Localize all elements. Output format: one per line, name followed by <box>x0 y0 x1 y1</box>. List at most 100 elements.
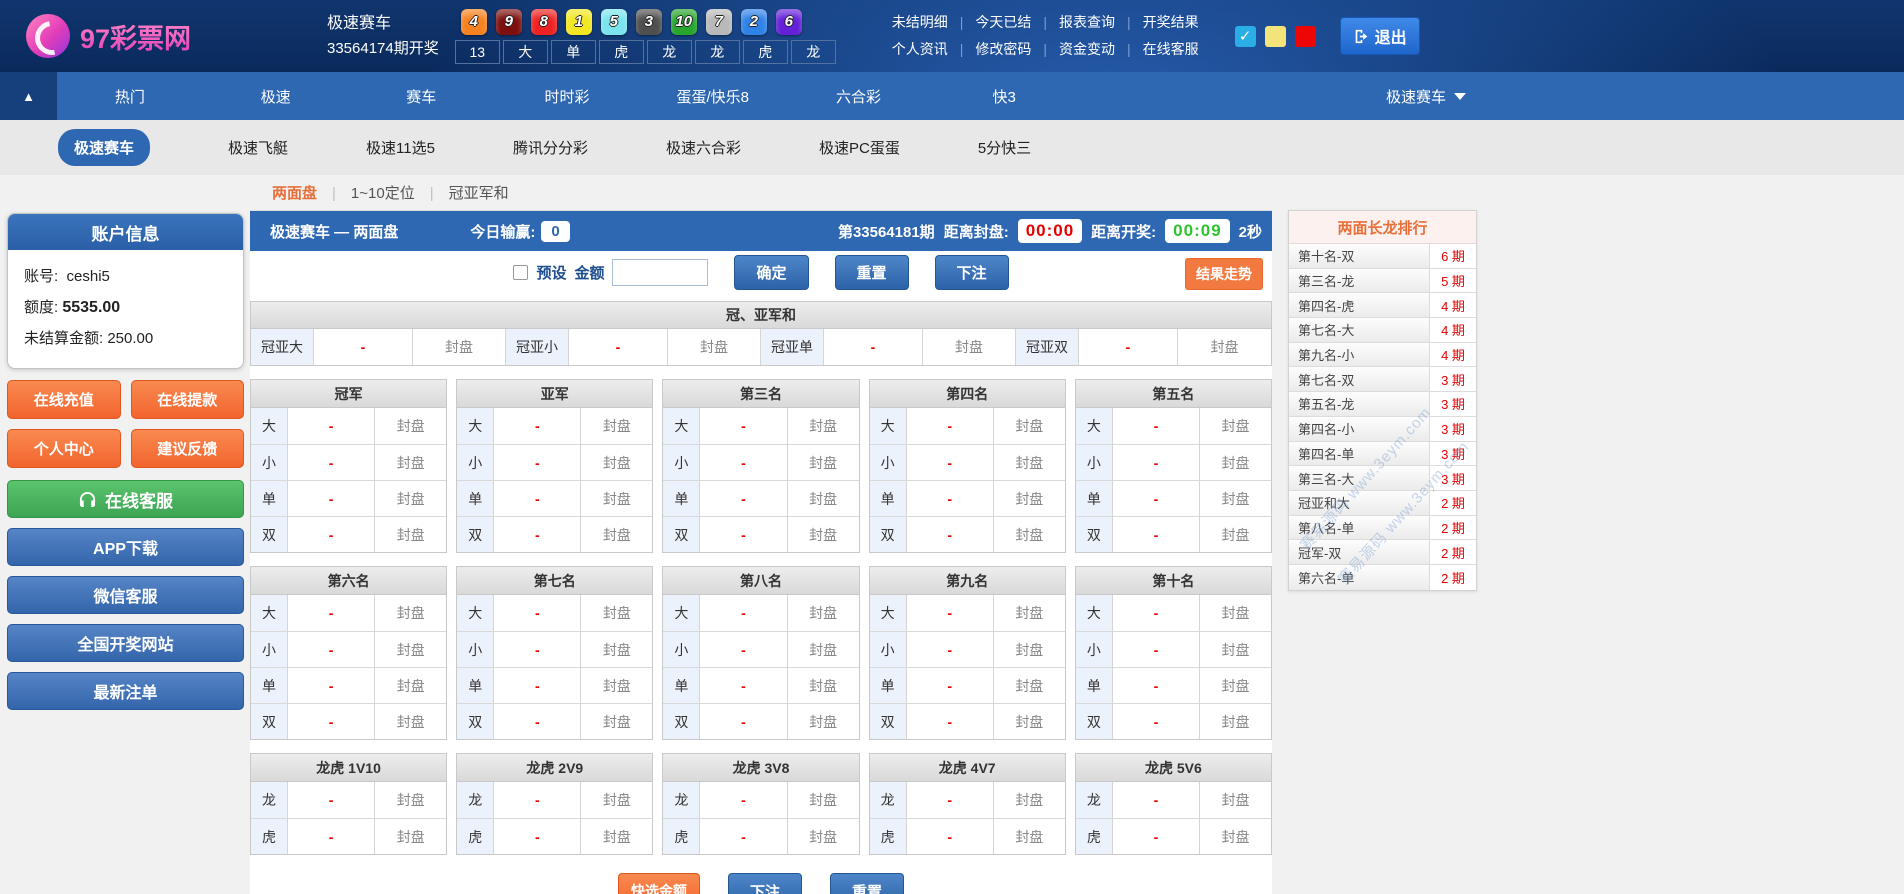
bet-odds-cell[interactable]: - <box>494 595 582 631</box>
bet-odds-cell[interactable]: - <box>907 445 994 480</box>
bet-odds-cell[interactable]: - <box>494 517 582 552</box>
subnav-item[interactable]: 极速11选5 <box>366 137 435 158</box>
bet-button[interactable]: 下注 <box>934 254 1009 290</box>
ranking-row[interactable]: 第九名-小 4 期 <box>1289 342 1476 368</box>
bet-odds-cell[interactable]: - <box>700 632 788 667</box>
bet-odds-cell[interactable]: - <box>907 704 994 739</box>
breadcrumb-item[interactable]: 两面盘 <box>272 182 317 203</box>
nav-item[interactable]: 六合彩 <box>786 86 932 107</box>
bet-odds-cell[interactable]: - <box>1113 668 1201 703</box>
bet-button-bottom[interactable]: 下注 <box>727 873 802 894</box>
bet-odds-cell[interactable]: - <box>907 819 994 854</box>
ranking-row[interactable]: 第四名-单 3 期 <box>1289 441 1476 467</box>
bet-odds-cell[interactable]: - <box>907 408 994 444</box>
bet-odds-cell[interactable]: - <box>494 481 582 516</box>
bet-odds-cell[interactable]: - <box>1113 481 1201 516</box>
bet-odds-cell[interactable]: - <box>494 408 582 444</box>
ranking-row[interactable]: 冠亚和大 2 期 <box>1289 490 1476 516</box>
bet-odds-cell[interactable]: - <box>1113 632 1201 667</box>
amount-input[interactable] <box>612 258 709 286</box>
ranking-row[interactable]: 第五名-龙 3 期 <box>1289 392 1476 417</box>
bet-odds-cell[interactable]: - <box>494 819 582 854</box>
bet-odds-cell[interactable]: - <box>1113 517 1201 552</box>
bet-odds-cell[interactable]: - <box>1079 329 1178 365</box>
top-link[interactable]: 报表查询 <box>1031 9 1115 36</box>
result-trend-button[interactable]: 结果走势 <box>1185 258 1263 290</box>
bet-odds-cell[interactable]: - <box>700 819 788 854</box>
bet-odds-cell[interactable]: - <box>700 517 788 552</box>
bet-odds-cell[interactable]: - <box>1113 704 1201 739</box>
subnav-item[interactable]: 极速六合彩 <box>666 137 741 158</box>
reset-button[interactable]: 重置 <box>834 254 909 290</box>
bet-odds-cell[interactable]: - <box>288 445 376 480</box>
subnav-item[interactable]: 极速PC蛋蛋 <box>819 137 900 158</box>
nav-current-game-dropdown[interactable]: 极速赛车 <box>1386 86 1466 107</box>
bet-odds-cell[interactable]: - <box>907 782 994 818</box>
nav-item[interactable]: 极速 <box>203 86 349 107</box>
bet-odds-cell[interactable]: - <box>288 408 376 444</box>
top-link[interactable]: 修改密码 <box>948 36 1031 63</box>
nav-item[interactable]: 赛车 <box>348 86 494 107</box>
preset-checkbox[interactable] <box>513 264 529 280</box>
bet-odds-cell[interactable]: - <box>907 595 994 631</box>
bet-odds-cell[interactable]: - <box>288 595 376 631</box>
bet-odds-cell[interactable]: - <box>288 632 376 667</box>
bet-odds-cell[interactable]: - <box>569 329 668 365</box>
bet-odds-cell[interactable]: - <box>494 632 582 667</box>
breadcrumb-item[interactable]: 1~10定位 <box>317 182 415 203</box>
top-link[interactable]: 资金变动 <box>1031 36 1115 63</box>
bet-odds-cell[interactable]: - <box>1113 819 1201 854</box>
bet-odds-cell[interactable]: - <box>494 704 582 739</box>
ranking-row[interactable]: 第八名-单 2 期 <box>1289 515 1476 541</box>
bet-odds-cell[interactable]: - <box>700 704 788 739</box>
site-logo[interactable]: 97彩票网 <box>26 14 261 58</box>
sidebar-button[interactable]: 全国开奖网站 <box>7 624 244 662</box>
ranking-row[interactable]: 第四名-虎 4 期 <box>1289 293 1476 319</box>
ranking-row[interactable]: 冠军-双 2 期 <box>1289 540 1476 565</box>
ranking-row[interactable]: 第三名-龙 5 期 <box>1289 268 1476 294</box>
bet-odds-cell[interactable]: - <box>494 782 582 818</box>
confirm-button[interactable]: 确定 <box>734 254 809 290</box>
top-link[interactable]: 在线客服 <box>1115 36 1199 63</box>
subnav-item[interactable]: 腾讯分分彩 <box>513 137 588 158</box>
bet-odds-cell[interactable]: - <box>1113 782 1201 818</box>
bet-odds-cell[interactable]: - <box>288 481 376 516</box>
bet-odds-cell[interactable]: - <box>824 329 923 365</box>
logout-button[interactable]: 退出 <box>1339 17 1420 55</box>
bet-odds-cell[interactable]: - <box>700 481 788 516</box>
bet-odds-cell[interactable]: - <box>1113 445 1201 480</box>
ranking-row[interactable]: 第七名-双 3 期 <box>1289 367 1476 393</box>
quick-amount-button[interactable]: 快选金额 <box>617 873 700 894</box>
theme-swatch[interactable]: ✓ <box>1234 25 1256 47</box>
bet-odds-cell[interactable]: - <box>907 481 994 516</box>
top-link[interactable]: 开奖结果 <box>1115 9 1199 36</box>
online-service-button[interactable]: 在线客服 <box>7 480 244 518</box>
nav-item[interactable]: 蛋蛋/快乐8 <box>640 86 786 107</box>
nav-collapse-toggle[interactable]: ▲ <box>0 72 57 120</box>
subnav-item[interactable]: 极速飞艇 <box>228 137 288 158</box>
bet-odds-cell[interactable]: - <box>494 445 582 480</box>
sidebar-button[interactable]: 个人中心 <box>7 429 121 468</box>
sidebar-button[interactable]: 在线充值 <box>7 380 121 419</box>
top-link[interactable]: 个人资讯 <box>892 36 948 63</box>
theme-swatch[interactable] <box>1294 25 1316 47</box>
bet-odds-cell[interactable]: - <box>288 517 376 552</box>
bet-odds-cell[interactable]: - <box>288 668 376 703</box>
bet-odds-cell[interactable]: - <box>1113 595 1201 631</box>
reset-button-bottom[interactable]: 重置 <box>830 873 905 894</box>
breadcrumb-item[interactable]: 冠亚军和 <box>415 182 509 203</box>
bet-odds-cell[interactable]: - <box>314 329 413 365</box>
bet-odds-cell[interactable]: - <box>700 595 788 631</box>
sidebar-button[interactable]: APP下载 <box>7 528 244 566</box>
subnav-item[interactable]: 极速赛车 <box>58 129 151 166</box>
ranking-row[interactable]: 第七名-大 4 期 <box>1289 318 1476 343</box>
ranking-row[interactable]: 第十名-双 6 期 <box>1289 244 1476 269</box>
subnav-item[interactable]: 5分快三 <box>978 137 1031 158</box>
bet-odds-cell[interactable]: - <box>288 704 376 739</box>
bet-odds-cell[interactable]: - <box>288 819 376 854</box>
sidebar-button[interactable]: 最新注单 <box>7 672 244 710</box>
bet-odds-cell[interactable]: - <box>700 782 788 818</box>
ranking-row[interactable]: 第六名-单 2 期 <box>1289 564 1476 590</box>
bet-odds-cell[interactable]: - <box>700 408 788 444</box>
bet-odds-cell[interactable]: - <box>907 668 994 703</box>
